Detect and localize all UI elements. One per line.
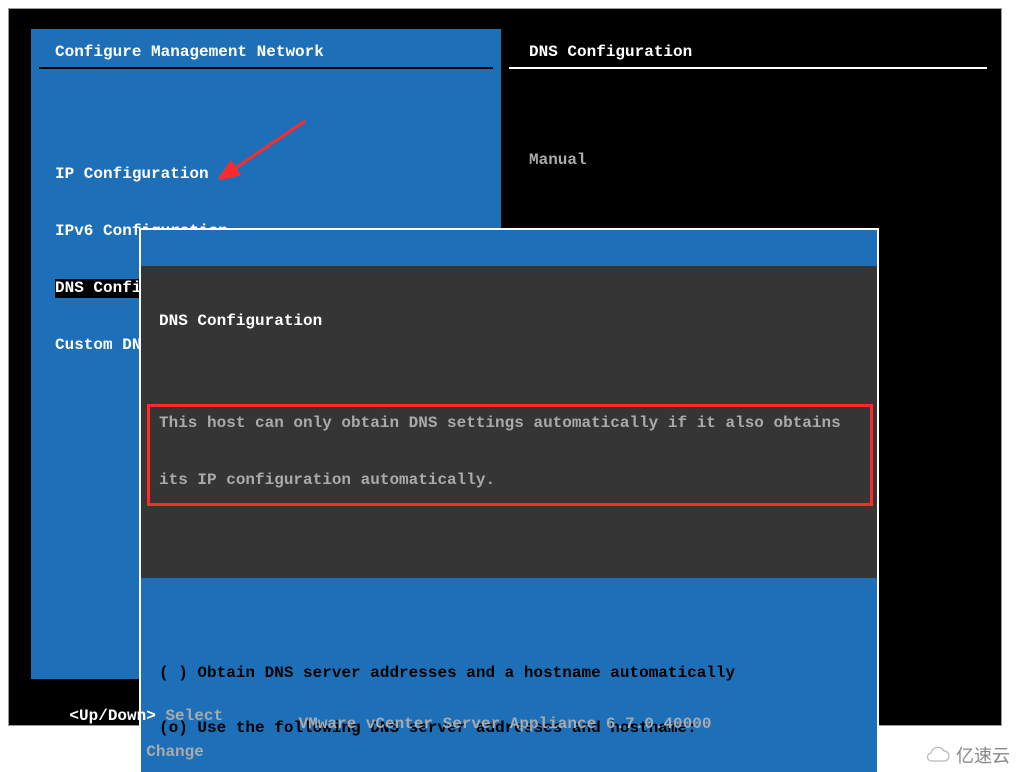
dialog-help-line1: This host can only obtain DNS settings a… xyxy=(159,414,859,433)
left-panel-title: Configure Management Network xyxy=(55,43,324,61)
dialog-header: DNS Configuration This host can only obt… xyxy=(141,266,877,578)
dns-mode: Manual xyxy=(529,151,731,170)
left-divider xyxy=(39,67,493,69)
watermark: 亿速云 xyxy=(924,742,1010,768)
appliance-footer: VMware vCenter Server Appliance 6.7.0.40… xyxy=(9,715,1001,733)
cloud-icon xyxy=(924,746,952,764)
dialog-help-line2: its IP configuration automatically. xyxy=(159,471,859,490)
radio-auto[interactable]: ( ) Obtain DNS server addresses and a ho… xyxy=(159,664,859,683)
console-screen: Configure Management Network DNS Configu… xyxy=(8,8,1002,726)
right-panel-title: DNS Configuration xyxy=(529,43,692,61)
menu-item-ip-config[interactable]: IP Configuration xyxy=(55,165,365,184)
right-divider xyxy=(509,67,987,69)
dialog-title: DNS Configuration xyxy=(159,312,859,330)
